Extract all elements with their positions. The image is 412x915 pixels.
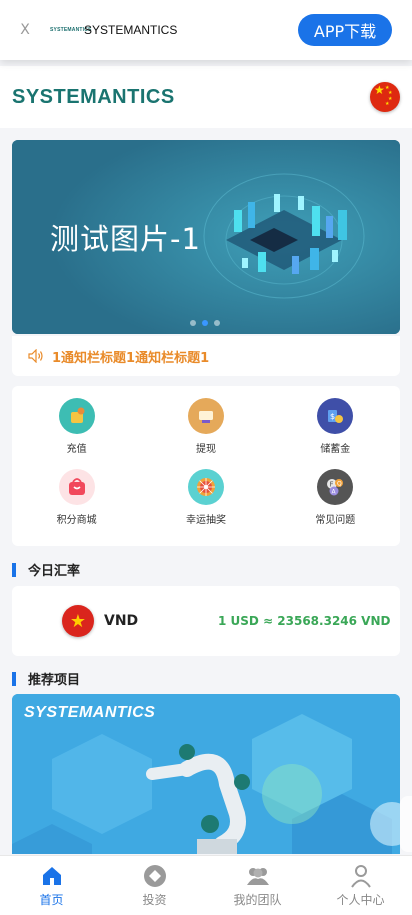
menu-item-points-mall[interactable]: 积分商城 — [12, 469, 141, 540]
carousel-dot[interactable] — [190, 320, 196, 326]
vietnam-flag-icon: ★ — [62, 605, 94, 637]
profile-icon — [350, 863, 372, 889]
recharge-icon — [58, 398, 95, 434]
home-icon — [41, 863, 63, 889]
project-card[interactable]: SYSTEMANTICS — [12, 694, 400, 854]
menu-item-lucky-draw[interactable]: 幸运抽奖 — [141, 469, 270, 540]
header: SYSTEMANTICS ★ ★ ★ ★ ★ — [0, 66, 412, 128]
app-name: SYSTEMANTICS — [84, 23, 178, 37]
svg-text:$: $ — [330, 412, 335, 421]
tab-my-team[interactable]: 我的团队 — [206, 856, 309, 915]
menu-label: 积分商城 — [56, 515, 97, 526]
bottom-tab-bar: 首页 投资 我的团队 个人中心 — [0, 855, 412, 915]
menu-label: 常见问题 — [315, 515, 356, 526]
app-download-button[interactable]: APP下载 — [298, 14, 392, 46]
banner-carousel[interactable]: 测试图片-1 — [12, 140, 400, 334]
exchange-section-title: 今日汇率 — [12, 560, 80, 579]
tab-home[interactable]: 首页 — [0, 856, 103, 915]
tab-label: 首页 — [39, 893, 64, 907]
menu-label: 储蓄金 — [320, 444, 351, 455]
section-marker — [12, 671, 16, 686]
menu-label: 幸运抽奖 — [185, 515, 226, 526]
menu-item-recharge[interactable]: 充值 — [12, 398, 141, 469]
menu-label: 提现 — [195, 444, 216, 455]
notice-bar[interactable]: 1通知栏标题1通知栏标题1 — [12, 336, 400, 376]
section-marker — [12, 562, 16, 577]
withdraw-icon — [187, 398, 224, 434]
carousel-indicator — [190, 320, 220, 326]
shopping-bag-icon — [58, 469, 95, 505]
menu-item-faq[interactable]: FQA 常见问题 — [271, 469, 400, 540]
faq-icon: FQA — [317, 469, 354, 505]
china-flag-icon[interactable]: ★ ★ ★ ★ ★ — [370, 82, 400, 112]
tab-label: 投资 — [142, 893, 167, 907]
mini-logo: SYSTEMANTICS — [50, 27, 92, 33]
invest-icon — [143, 863, 167, 889]
side-drawer-handle[interactable] — [400, 796, 412, 852]
exchange-rate-value: 1 USD ≈ 23568.3246 VND — [218, 614, 391, 628]
app-download-bar: X SYSTEMANTICS SYSTEMANTICS APP下载 — [0, 0, 412, 60]
banner-caption: 测试图片-1 — [50, 222, 201, 256]
lucky-wheel-icon — [187, 469, 224, 505]
carousel-dot-active[interactable] — [202, 320, 208, 326]
projects-section-title: 推荐项目 — [12, 669, 80, 688]
tab-label: 我的团队 — [233, 893, 282, 907]
team-icon — [245, 863, 271, 889]
menu-item-withdraw[interactable]: 提现 — [141, 398, 270, 469]
project-logo: SYSTEMANTICS — [24, 704, 156, 721]
function-menu: 充值 提现 $ 储蓄金 积分商城 幸运抽奖 FQA 常见问题 — [12, 386, 400, 546]
svg-text:F: F — [330, 481, 334, 489]
savings-icon: $ — [317, 398, 354, 434]
menu-item-savings[interactable]: $ 储蓄金 — [271, 398, 400, 469]
carousel-dot[interactable] — [214, 320, 220, 326]
section-title: 推荐项目 — [28, 673, 81, 688]
speaker-icon — [28, 349, 43, 363]
svg-text:Q: Q — [337, 481, 342, 488]
brand-logo: SYSTEMANTICS — [12, 85, 175, 108]
close-button[interactable]: X — [0, 22, 50, 38]
tab-invest[interactable]: 投资 — [103, 856, 206, 915]
notice-text: 1通知栏标题1通知栏标题1 — [52, 350, 210, 366]
tab-profile[interactable]: 个人中心 — [309, 856, 412, 915]
menu-label: 充值 — [66, 444, 87, 455]
tab-label: 个人中心 — [336, 893, 385, 907]
section-title: 今日汇率 — [28, 564, 81, 579]
exchange-rate-card: ★ VND 1 USD ≈ 23568.3246 VND — [12, 586, 400, 656]
currency-code: VND — [104, 613, 139, 629]
